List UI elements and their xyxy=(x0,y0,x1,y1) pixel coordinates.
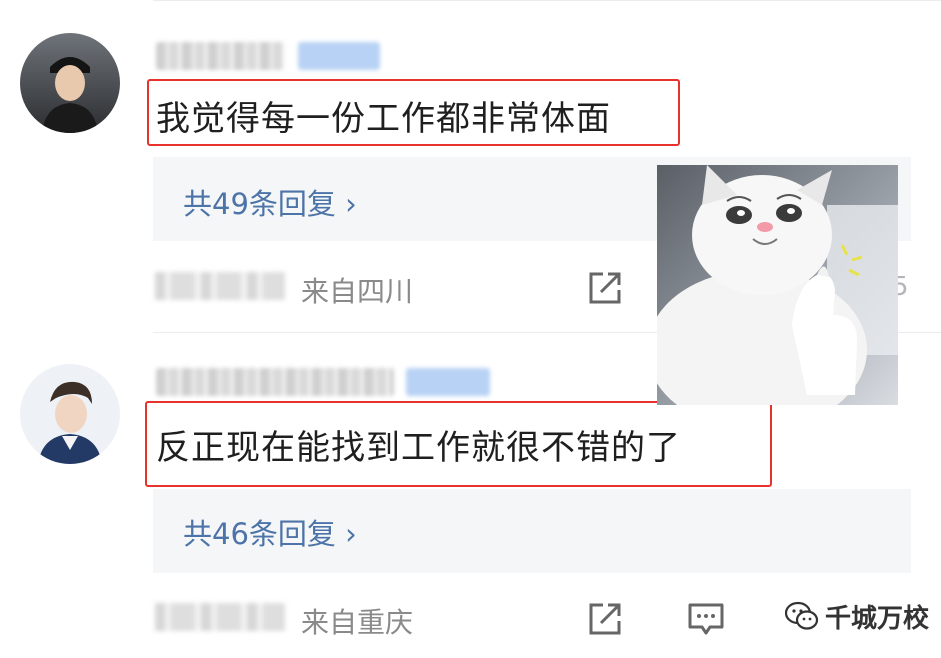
location-label: 来自重庆 xyxy=(301,606,414,639)
user-badge-blurred xyxy=(406,368,490,396)
avatar[interactable] xyxy=(20,364,120,464)
user-badge-blurred xyxy=(298,42,380,70)
username-blurred[interactable] xyxy=(156,42,284,70)
timestamp-blurred xyxy=(155,603,285,631)
watermark-text: 千城万校 xyxy=(825,603,930,634)
highlight-box xyxy=(145,401,772,487)
cat-thumbs-up-meme xyxy=(657,165,898,405)
avatar[interactable] xyxy=(20,33,120,133)
top-divider xyxy=(153,0,941,1)
replies-panel: 共46条回复 › xyxy=(153,489,911,573)
username-blurred[interactable] xyxy=(156,368,394,396)
location-label: 来自四川 xyxy=(301,275,414,308)
avatar-image-1 xyxy=(20,33,120,133)
avatar-image-2 xyxy=(20,364,120,464)
wechat-logo-icon xyxy=(785,601,819,630)
watermark: 千城万校 xyxy=(785,596,929,636)
highlight-box xyxy=(147,79,680,146)
view-replies-link[interactable]: 共46条回复 › xyxy=(183,511,357,553)
timestamp-blurred xyxy=(155,272,285,300)
share-icon[interactable] xyxy=(585,599,625,639)
view-replies-link[interactable]: 共49条回复 › xyxy=(183,181,357,223)
comment-icon[interactable] xyxy=(686,599,726,639)
share-icon[interactable] xyxy=(585,268,625,308)
